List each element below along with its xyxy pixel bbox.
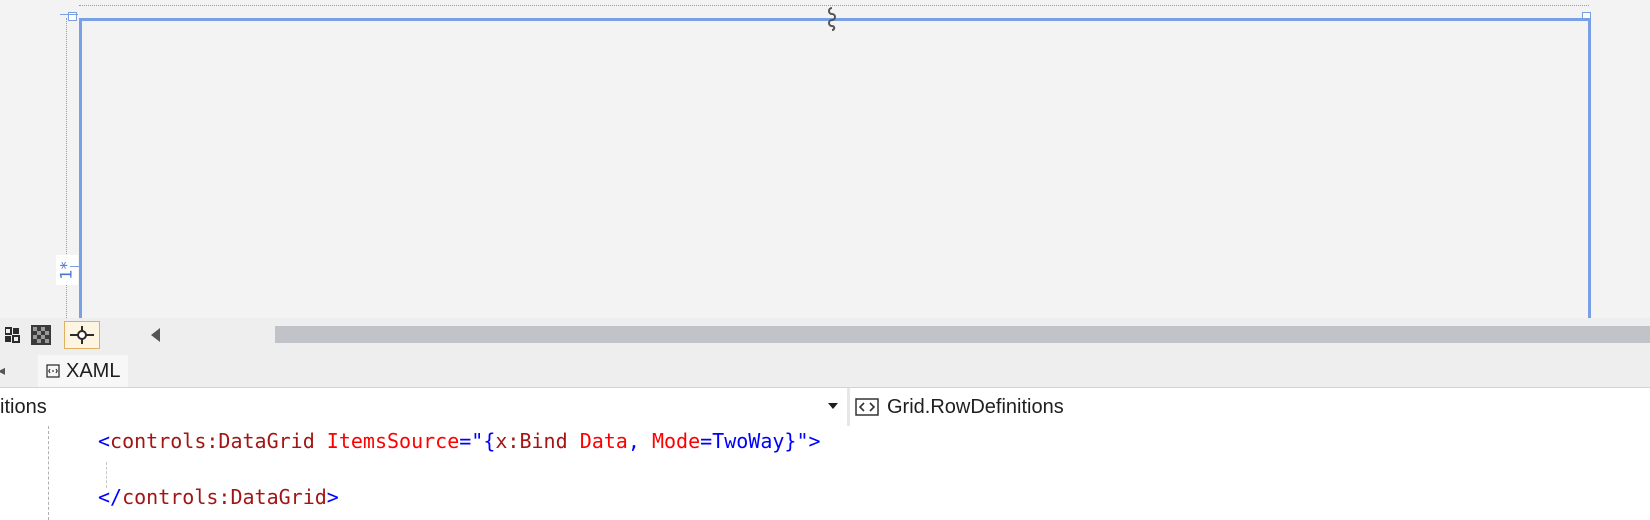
token-mode-value: TwoWay xyxy=(712,429,785,453)
token-brace-open: { xyxy=(483,429,496,453)
outline-guide xyxy=(48,426,49,520)
token-mode-attribute: Mode xyxy=(651,429,701,453)
token-attribute-name: ItemsSource xyxy=(326,429,460,453)
token-delimiter: < xyxy=(98,429,111,453)
editor-tab-strip: ◂ XAML xyxy=(0,351,1650,387)
navbar-splitter[interactable] xyxy=(847,388,850,426)
chevron-down-icon[interactable] xyxy=(828,403,838,409)
member-dropdown[interactable]: Grid.RowDefinitions xyxy=(855,388,1650,426)
member-dropdown-value: Grid.RowDefinitions xyxy=(887,395,1064,418)
checkerboard-icon xyxy=(31,325,51,345)
transparency-checkerboard-button[interactable] xyxy=(28,322,54,348)
layout-grid-button[interactable] xyxy=(0,322,26,348)
token-element-name: controls:DataGrid xyxy=(110,429,315,453)
token-quote: " xyxy=(471,429,484,453)
row-rail-tick xyxy=(60,14,78,15)
scroll-left-arrow-icon[interactable] xyxy=(148,326,162,344)
anchor-icon[interactable] xyxy=(826,6,838,32)
token-end-tag-open: </ xyxy=(98,485,123,509)
type-dropdown[interactable]: itions xyxy=(0,388,847,426)
row-size-tick xyxy=(70,266,80,267)
xaml-code-editor[interactable]: <controls:DataGrid ItemsSource="{x:Bind … xyxy=(0,426,1650,520)
token-markup-extension: x:Bind xyxy=(495,429,568,453)
xaml-file-icon xyxy=(46,364,60,378)
type-dropdown-value: itions xyxy=(0,396,47,418)
tab-xaml[interactable]: XAML xyxy=(38,355,129,387)
token-extension-arg: Data xyxy=(579,429,628,453)
token-close-bracket: > xyxy=(808,429,821,453)
token-brace-close: } xyxy=(784,429,797,453)
token-equals: = xyxy=(459,429,472,453)
designer-toolbar xyxy=(0,318,1650,351)
code-line-datagrid-close[interactable]: </controls:DataGrid> xyxy=(98,484,339,510)
tab-xaml-label: XAML xyxy=(66,359,121,382)
token-quote-close: " xyxy=(796,429,809,453)
design-surface[interactable]: 1* xyxy=(0,0,1650,321)
code-line-datagrid-open[interactable]: <controls:DataGrid ItemsSource="{x:Bind … xyxy=(98,428,821,454)
element-brackets-icon xyxy=(855,398,879,416)
row-size-badge[interactable]: 1* xyxy=(56,255,78,285)
token-mode-equals: = xyxy=(700,429,713,453)
row-size-label: 1* xyxy=(56,261,76,280)
layout-grid-icon xyxy=(5,327,20,343)
snap-points-icon xyxy=(70,326,94,344)
token-element-name: controls:DataGrid xyxy=(122,485,327,509)
xaml-navigation-bar: itions Grid.RowDefinitions xyxy=(0,387,1650,427)
token-close-bracket: > xyxy=(326,485,339,509)
horizontal-scrollbar-thumb[interactable] xyxy=(275,326,1650,343)
snap-to-points-button[interactable] xyxy=(64,321,100,349)
grid-selection-frame[interactable] xyxy=(79,18,1591,321)
tab-overflow-arrow-icon[interactable]: ◂ xyxy=(0,363,5,379)
token-comma: , xyxy=(627,429,640,453)
